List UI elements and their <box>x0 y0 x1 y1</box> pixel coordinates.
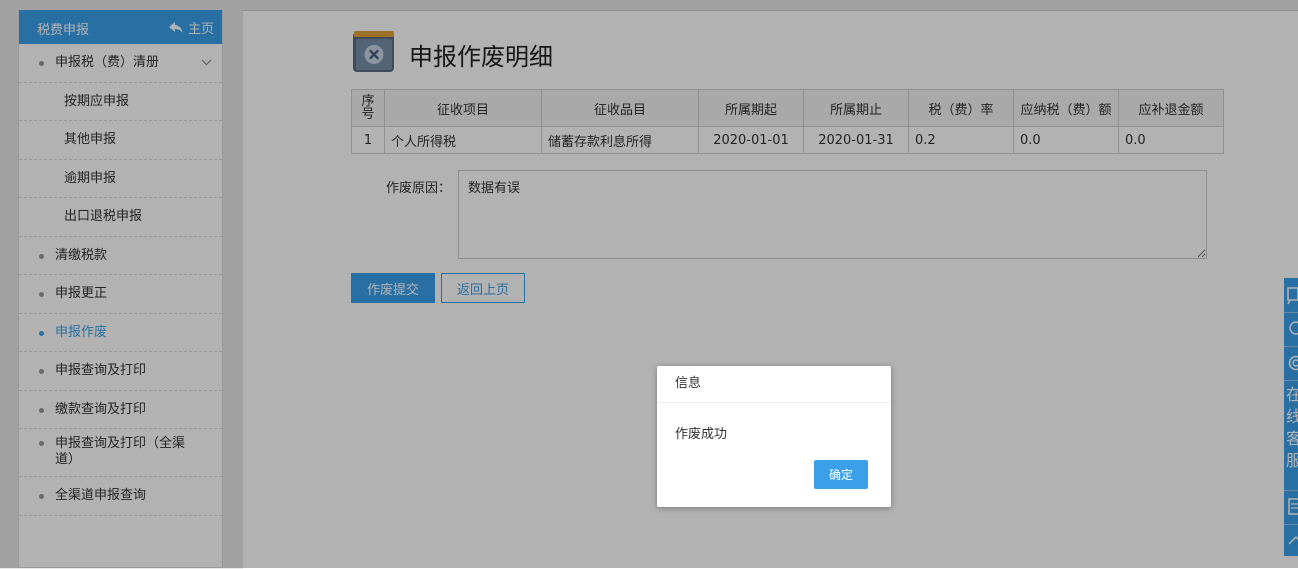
dialog-message: 作废成功 <box>675 423 727 442</box>
dialog-ok-button[interactable]: 确定 <box>814 460 868 489</box>
modal-overlay <box>0 0 1298 568</box>
info-dialog: 信息 作废成功 确定 <box>657 366 891 507</box>
dialog-title: 信息 <box>657 366 891 403</box>
